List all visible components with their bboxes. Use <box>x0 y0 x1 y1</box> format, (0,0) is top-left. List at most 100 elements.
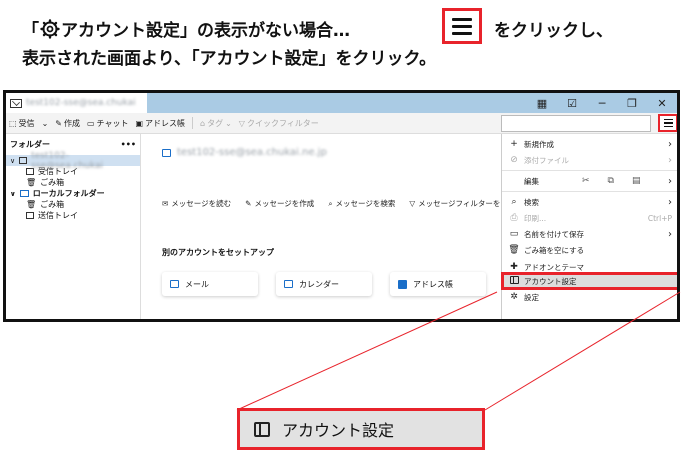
menu-button-callout <box>442 8 482 44</box>
search-messages-link[interactable]: ⌕ メッセージを検索 <box>328 198 395 209</box>
toolbar-divider <box>192 117 194 129</box>
chevron-right-icon: › <box>668 196 672 208</box>
maximize-button[interactable]: ❐ <box>617 97 647 110</box>
calendar-icon[interactable]: ▦ <box>527 97 557 110</box>
menu-empty-trash[interactable]: 🗑 ごみ箱を空にする <box>502 242 677 258</box>
instruction-text-1: アカウント設定」の表示がない場合… <box>61 21 350 41</box>
instruction-bracket: 「 <box>22 21 39 41</box>
mail-icon <box>19 157 28 164</box>
instruction-text-1-end: をクリックし、 <box>494 21 613 41</box>
setup-addressbook-button[interactable]: アドレス帳 <box>390 272 486 296</box>
folder-icon: ▭ <box>509 229 519 239</box>
compose-button[interactable]: ✎ 作成 <box>55 118 80 129</box>
thunderbird-window: test102-sse@sea.chukai ▦ ☑ ─ ❐ ✕ ⬚ 受信 ⌄ ✎… <box>3 90 680 322</box>
receive-button[interactable]: ⬚ 受信 <box>9 118 35 129</box>
search-input[interactable] <box>501 115 651 132</box>
minimize-button[interactable]: ─ <box>587 97 617 110</box>
folder-account[interactable]: ∨ test102-sse@sea.chukai <box>6 151 140 171</box>
menu-edit-label: 編集 <box>524 176 539 186</box>
gear-icon: ✲ <box>510 292 518 302</box>
title-bar: test102-sse@sea.chukai ▦ ☑ ─ ❐ ✕ <box>6 93 677 113</box>
account-settings-zoom-label: アカウント設定 <box>282 421 395 440</box>
addressbook-icon: ▣ <box>135 118 144 128</box>
menu-addons-label: アドオンとテーマ <box>524 262 584 272</box>
folder-local-label: ローカルフォルダー <box>32 189 105 198</box>
search-icon: ⌕ <box>511 197 517 207</box>
read-messages-label: メッセージを読む <box>171 199 232 208</box>
more-icon[interactable]: ••• <box>121 140 136 149</box>
app-menu-button[interactable] <box>658 114 677 132</box>
trash-icon: 🗑 <box>26 200 37 209</box>
account-settings-icon <box>254 421 270 437</box>
trash-icon: 🗑 <box>508 245 520 255</box>
folder-local-trash[interactable]: 🗑 ごみ箱 <box>6 199 140 210</box>
tag-label: タグ <box>207 118 224 128</box>
menu-print[interactable]: ⎙ 印刷... Ctrl+P <box>502 210 677 226</box>
menu-print-shortcut: Ctrl+P <box>647 213 672 223</box>
edit-tools: ✂ ⧉ ▤ <box>582 176 641 186</box>
setup-heading: 別のアカウントをセットアップ <box>162 248 274 257</box>
account-tab[interactable]: test102-sse@sea.chukai <box>6 93 147 113</box>
folder-local[interactable]: ∨ ローカルフォルダー <box>6 188 140 199</box>
quickfilter-button[interactable]: ▽ クイックフィルター <box>239 118 319 129</box>
setup-mail-label: メール <box>185 279 209 289</box>
receive-dropdown-icon[interactable]: ⌄ <box>42 119 49 128</box>
menu-new[interactable]: + 新規作成 › <box>502 136 677 152</box>
chevron-right-icon[interactable]: › <box>668 176 672 187</box>
menu-settings[interactable]: ✲ 設定 <box>502 289 677 305</box>
menu-addons[interactable]: ✚ アドオンとテーマ <box>502 261 677 273</box>
compose-message-link[interactable]: ✎ メッセージを作成 <box>245 198 314 209</box>
folder-icon <box>19 190 29 197</box>
app-menu: + 新規作成 › ⊘ 添付ファイル › 編集 ✂ ⧉ ▤ › ⌕ 検索 › ⎙ 印刷... Ct… <box>501 134 677 319</box>
pencil-icon: ✎ <box>245 199 252 208</box>
folder-trash[interactable]: 🗑 ごみ箱 <box>6 177 140 188</box>
menu-attachments-label: 添付ファイル <box>524 155 569 165</box>
chevron-down-icon: ∨ <box>10 189 16 198</box>
chevron-down-icon: ∨ <box>10 156 16 165</box>
setup-calendar-button[interactable]: カレンダー <box>276 272 372 296</box>
folder-pane: フォルダー ••• ∨ test102-sse@sea.chukai 受信トレイ… <box>6 134 141 319</box>
chevron-right-icon: › <box>668 228 672 240</box>
setup-calendar-label: カレンダー <box>299 279 339 289</box>
message-filter-link[interactable]: ▽ メッセージフィルターを <box>409 198 500 209</box>
menu-save-as[interactable]: ▭ 名前を付けて保存 › <box>502 226 677 242</box>
chat-button[interactable]: ▭ チャット <box>87 118 128 129</box>
mail-icon: ✉ <box>162 199 169 208</box>
tag-button[interactable]: ⌂ タグ ⌄ <box>200 118 232 129</box>
account-tab-label: test102-sse@sea.chukai <box>26 98 136 108</box>
menu-attachments[interactable]: ⊘ 添付ファイル › <box>502 152 677 168</box>
tasks-icon[interactable]: ☑ <box>557 97 587 110</box>
close-button[interactable]: ✕ <box>647 97 677 110</box>
receive-icon: ⬚ <box>9 118 17 128</box>
instruction-text-2: 表示された画面より、「アカウント設定」をクリック。 <box>22 49 437 69</box>
pencil-icon: ✎ <box>55 118 62 128</box>
folder-account-label: test102-sse@sea.chukai <box>31 150 104 171</box>
trash-icon: 🗑 <box>26 178 37 187</box>
addressbook-button[interactable]: ▣ アドレス帳 <box>135 118 185 129</box>
calendar-icon <box>284 280 293 288</box>
plus-icon: + <box>510 139 518 149</box>
menu-search[interactable]: ⌕ 検索 › <box>502 194 677 210</box>
addressbook-icon <box>398 279 407 289</box>
account-heading: test102-sse@sea.chukai.ne.jp <box>162 147 327 158</box>
read-messages-link[interactable]: ✉ メッセージを読む <box>162 198 231 209</box>
folder-outbox[interactable]: 送信トレイ <box>6 210 140 221</box>
copy-icon[interactable]: ⧉ <box>608 176 614 186</box>
folder-local-trash-label: ごみ箱 <box>40 200 65 209</box>
setup-addressbook-label: アドレス帳 <box>413 279 453 289</box>
paperclip-icon: ⊘ <box>510 155 518 165</box>
account-central: test102-sse@sea.chukai.ne.jp ✉ メッセージを読む ✎… <box>142 134 502 319</box>
menu-account-settings-label: アカウント設定 <box>524 276 577 286</box>
cut-icon[interactable]: ✂ <box>582 176 590 186</box>
folder-pane-title: フォルダー <box>10 140 50 149</box>
menu-account-settings[interactable]: アカウント設定 <box>501 272 677 290</box>
menu-print-label: 印刷... <box>524 213 547 223</box>
tag-icon: ⌂ <box>200 118 206 128</box>
mail-icon <box>170 280 179 288</box>
setup-mail-button[interactable]: メール <box>162 272 258 296</box>
menu-new-label: 新規作成 <box>524 139 554 149</box>
mail-icon <box>162 148 171 157</box>
folder-trash-label: ごみ箱 <box>40 178 65 187</box>
paste-icon[interactable]: ▤ <box>632 176 641 186</box>
window-controls: ▦ ☑ ─ ❐ ✕ <box>527 93 677 113</box>
